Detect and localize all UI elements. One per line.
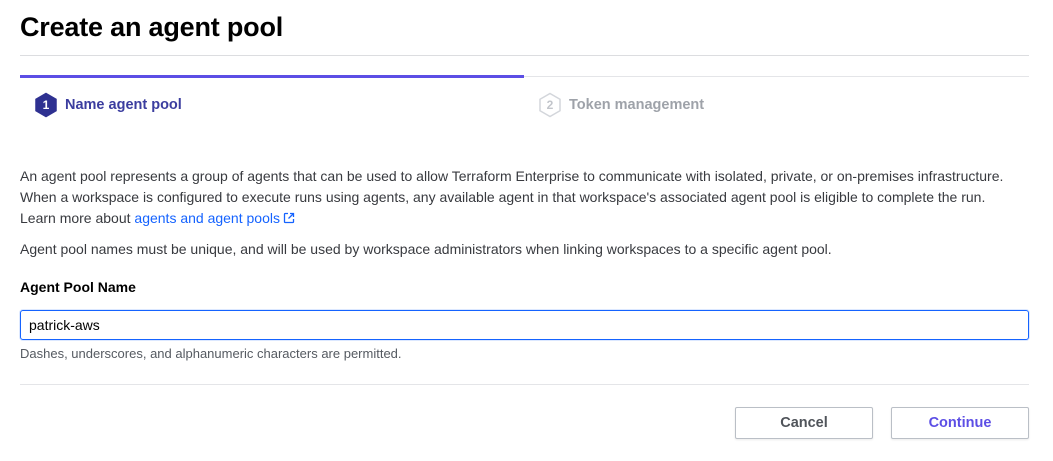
step-token-management[interactable]: 2 Token management bbox=[537, 92, 704, 118]
agents-docs-link-text: agents and agent pools bbox=[134, 210, 280, 226]
agent-pool-name-helper: Dashes, underscores, and alphanumeric ch… bbox=[20, 346, 402, 361]
learn-more-prefix: Learn more about bbox=[20, 210, 135, 226]
unique-name-note: Agent pool names must be unique, and wil… bbox=[20, 241, 832, 257]
description-line-1: An agent pool represents a group of agen… bbox=[20, 168, 1004, 184]
description-line-2: When a workspace is configured to execut… bbox=[20, 189, 986, 205]
step-name-agent-pool[interactable]: 1 Name agent pool bbox=[33, 92, 182, 118]
step-2-number: 2 bbox=[546, 98, 554, 112]
agent-pool-name-input[interactable] bbox=[21, 311, 1028, 339]
stepper-progress-bar bbox=[20, 75, 524, 78]
step-1-number: 1 bbox=[42, 98, 50, 112]
wizard-stepper: 1 Name agent pool 2 Token management bbox=[20, 75, 1029, 125]
agent-pool-description: An agent pool represents a group of agen… bbox=[20, 166, 1030, 229]
footer-divider bbox=[20, 384, 1029, 385]
learn-more-line: Learn more about agents and agent pools bbox=[20, 208, 1030, 229]
step-2-label: Token management bbox=[569, 97, 705, 113]
cancel-button[interactable]: Cancel bbox=[735, 407, 873, 439]
external-link-icon bbox=[283, 212, 295, 224]
step-1-label: Name agent pool bbox=[65, 97, 182, 113]
title-divider bbox=[20, 55, 1029, 56]
step-1-hexagon-icon: 1 bbox=[33, 92, 59, 118]
agent-pool-name-field[interactable] bbox=[20, 310, 1029, 340]
agents-docs-link[interactable]: agents and agent pools bbox=[134, 210, 295, 226]
step-2-hexagon-icon: 2 bbox=[537, 92, 563, 118]
agent-pool-name-label: Agent Pool Name bbox=[20, 279, 136, 295]
continue-button[interactable]: Continue bbox=[891, 407, 1029, 439]
page-title: Create an agent pool bbox=[20, 12, 284, 42]
